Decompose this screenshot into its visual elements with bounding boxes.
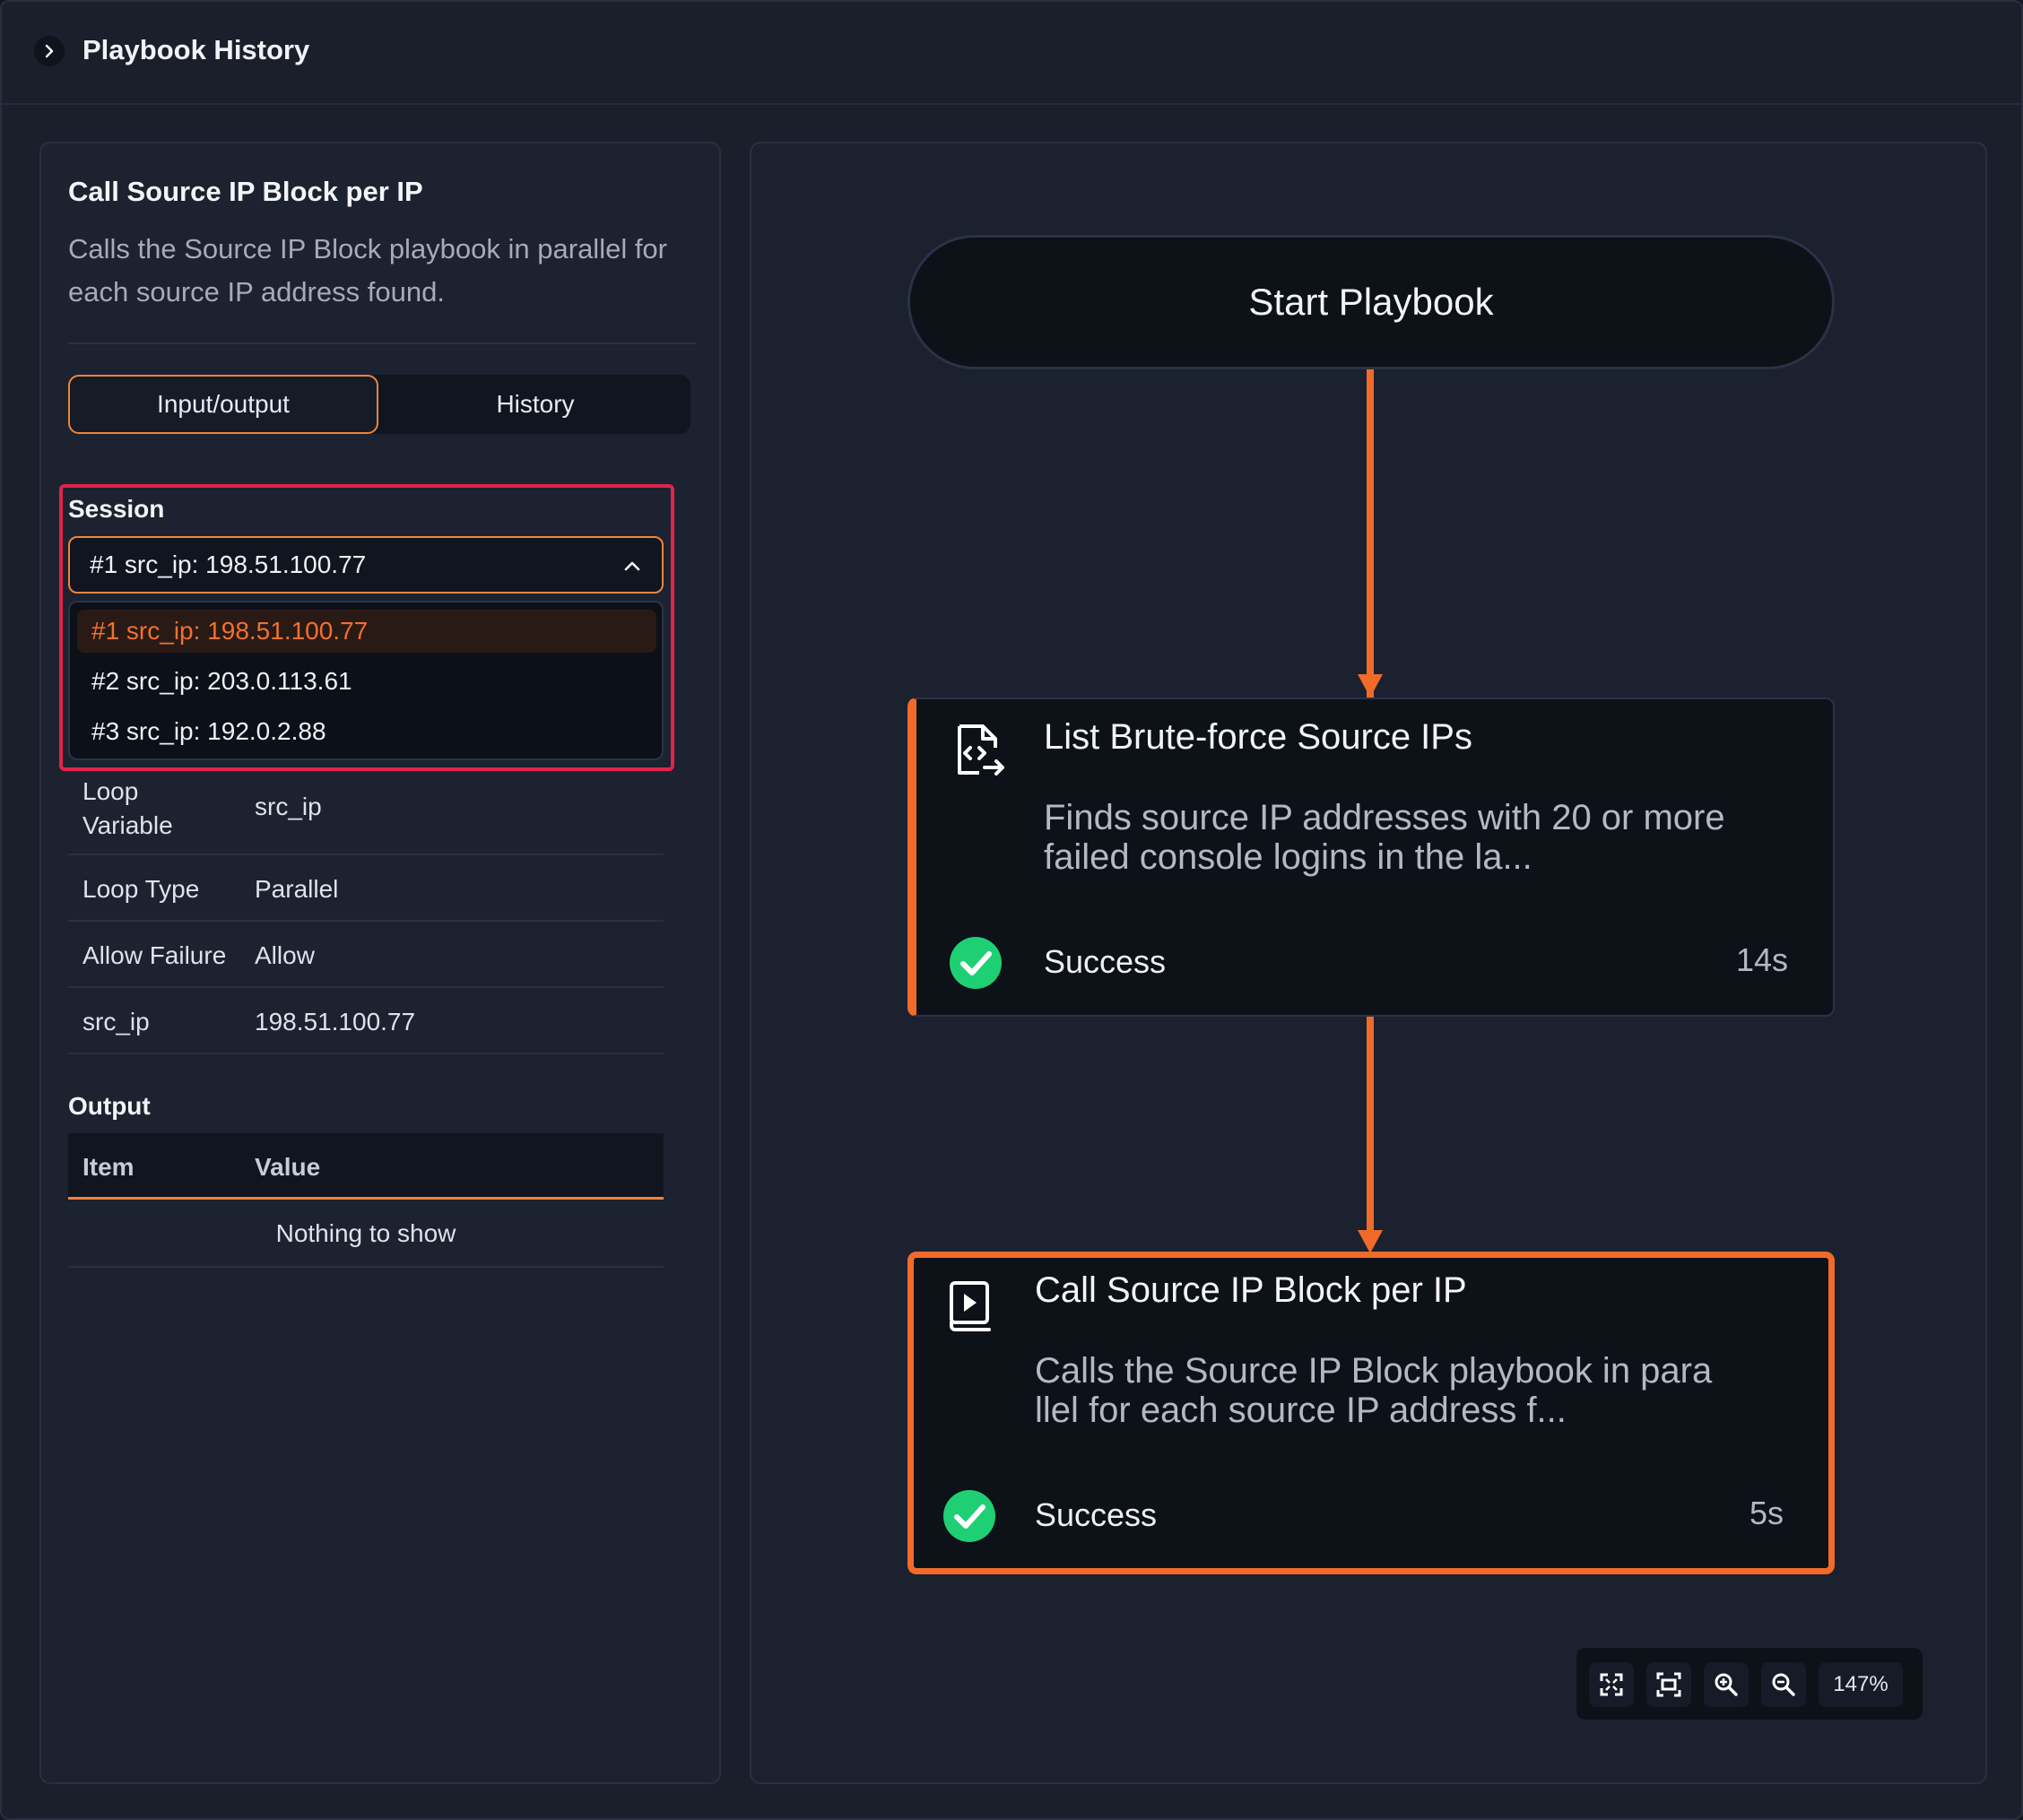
flow-node-call-block[interactable]: Call Source IP Block per IP Calls the So… [907,1252,1835,1574]
success-check-icon [950,937,1002,989]
property-row: Loop Variable src_ip [68,773,664,855]
success-check-icon [943,1490,995,1542]
property-key: src_ip [82,1008,150,1036]
property-value: src_ip [255,793,322,820]
header: Playbook History [2,2,2021,105]
tab-bar: Input/output History [68,375,690,434]
zoom-out-button[interactable] [1761,1662,1806,1707]
fullscreen-button[interactable] [1589,1662,1634,1707]
expand-chevron-icon[interactable] [34,36,65,66]
chevron-up-icon [624,561,640,571]
node-description: Finds source IP addresses with 20 or mor… [1044,798,1725,877]
node-title: List Brute-force Source IPs [1044,717,1472,757]
playbook-run-icon [950,1281,991,1331]
session-select[interactable]: #1 src_ip: 198.51.100.77 [68,536,664,594]
zoom-in-button[interactable] [1704,1662,1749,1707]
property-key: Allow Failure [82,941,227,969]
column-header-item: Item [82,1153,135,1181]
session-select-value: #1 src_ip: 198.51.100.77 [90,550,367,578]
zoom-toolbar: 147% [1576,1648,1923,1720]
output-empty-state: Nothing to show [68,1201,664,1268]
property-value: 198.51.100.77 [255,1008,416,1036]
divider [68,342,696,344]
flow-node-list-ips[interactable]: List Brute-force Source IPs Finds source… [907,698,1835,1017]
property-key: Loop Type [82,875,200,903]
property-value: Parallel [255,875,339,903]
step-details-panel: Call Source IP Block per IP Calls the So… [39,142,721,1784]
step-description: Calls the Source IP Block playbook in pa… [68,233,667,308]
column-header-value: Value [255,1153,321,1181]
session-option[interactable]: #3 src_ip: 192.0.2.88 [77,710,656,753]
tab-history[interactable]: History [380,375,690,434]
node-status: Success [1044,943,1167,980]
node-status: Success [1035,1496,1158,1533]
property-key: Loop Variable [82,777,173,839]
arrowhead [1358,674,1383,698]
flow-canvas[interactable]: Start Playbook List Brute-force Source I… [750,142,1987,1784]
flow-edge [1367,1017,1374,1232]
file-code-icon [958,724,1004,776]
zoom-in-icon [1715,1673,1738,1696]
property-row: Loop Type Parallel [68,855,664,922]
zoom-level[interactable]: 147% [1819,1662,1903,1707]
property-row: Allow Failure Allow [68,922,664,988]
node-duration: 14s [1735,941,1788,978]
step-title: Call Source IP Block per IP [68,176,423,207]
session-dropdown-menu: #1 src_ip: 198.51.100.77 #2 src_ip: 203.… [68,601,664,760]
node-duration: 5s [1749,1495,1784,1531]
session-option[interactable]: #2 src_ip: 203.0.113.61 [77,660,656,703]
property-row: src_ip 198.51.100.77 [68,988,664,1054]
fit-view-button[interactable] [1646,1662,1691,1707]
output-label: Output [68,1092,151,1120]
node-title: Call Source IP Block per IP [1035,1270,1467,1310]
playbook-history-window: Playbook History Call Source IP Block pe… [0,0,2023,1820]
session-label: Session [68,495,165,523]
fullscreen-icon [1600,1673,1623,1696]
page-title: Playbook History [82,34,310,65]
start-playbook-node[interactable]: Start Playbook [907,235,1835,369]
node-description: Calls the Source IP Block playbook in pa… [1035,1351,1713,1430]
property-value: Allow [255,941,315,969]
session-option[interactable]: #1 src_ip: 198.51.100.77 [77,610,656,653]
arrowhead [1358,1230,1383,1253]
output-table-header: Item Value [68,1133,664,1200]
tab-input-output[interactable]: Input/output [68,375,378,434]
fit-view-icon [1656,1672,1681,1697]
zoom-out-icon [1772,1673,1795,1696]
